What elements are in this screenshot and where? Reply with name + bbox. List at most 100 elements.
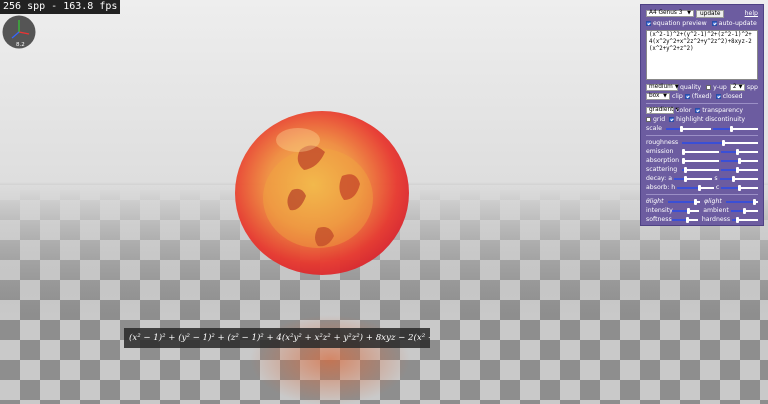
clip-select[interactable]: box ▼ (646, 93, 670, 100)
slider-thumb[interactable] (736, 166, 740, 173)
spp-label: spp (746, 84, 758, 91)
slider-thumb[interactable] (684, 175, 688, 182)
slider-thumb[interactable] (686, 216, 690, 223)
closed-label: closed (722, 93, 743, 100)
slider-thumb[interactable] (682, 157, 686, 164)
slider-thumb[interactable] (736, 148, 740, 155)
fixed-label: (fixed) (691, 93, 712, 100)
slider-thumb[interactable] (682, 148, 686, 155)
color-label: color (676, 107, 692, 114)
scale-slider-a[interactable] (666, 125, 711, 132)
y-up-label: y-up (713, 84, 727, 91)
ambient-label: ambient (703, 207, 729, 214)
grid-label: grid (653, 116, 666, 123)
transparency-checkbox[interactable] (695, 108, 701, 113)
decay-a-slider[interactable] (674, 175, 713, 182)
scattering-label: scattering (646, 166, 678, 173)
fixed-checkbox[interactable] (684, 94, 690, 99)
emission-slider-a[interactable] (682, 148, 719, 155)
slider-fill (721, 159, 740, 162)
intensity-slider[interactable] (672, 207, 700, 214)
auto-update-label: auto-update (718, 20, 757, 27)
divider (646, 194, 758, 195)
slider-thumb[interactable] (738, 184, 742, 191)
y-up-checkbox[interactable] (706, 85, 712, 90)
quality-select[interactable]: medium ▼ (646, 84, 679, 91)
help-link[interactable]: help (745, 10, 758, 17)
scale-slider-b[interactable] (713, 125, 758, 132)
slider-thumb[interactable] (686, 207, 690, 214)
spp-select[interactable]: 2 ▼ (729, 84, 745, 91)
slider-thumb[interactable] (729, 125, 733, 132)
ambient-slider[interactable] (730, 207, 758, 214)
slider-thumb[interactable] (722, 139, 726, 146)
emission-label: emission (646, 148, 674, 155)
color-mode-value: gradient (649, 107, 674, 113)
intensity-label: intensity (646, 207, 673, 214)
slider-fill (713, 127, 731, 130)
slider-track (682, 168, 719, 171)
slider-fill (721, 150, 738, 153)
closed-checkbox[interactable] (715, 94, 721, 99)
slider-thumb[interactable] (684, 166, 688, 173)
preset-value: A4 Genus 3 (649, 10, 683, 16)
absorb-c-slider[interactable] (721, 184, 758, 191)
absorb-c-label: c (715, 184, 720, 191)
highlight-discontinuity-checkbox[interactable] (669, 117, 675, 122)
decay-s-label: s (714, 175, 718, 182)
slider-fill (672, 209, 689, 212)
absorb-h-label: h (671, 184, 676, 191)
decay-s-slider[interactable] (719, 175, 759, 182)
slider-thumb[interactable] (731, 175, 735, 182)
divider (646, 103, 758, 104)
slider-thumb[interactable] (697, 184, 701, 191)
auto-update-checkbox[interactable] (711, 21, 717, 26)
scattering-slider-a[interactable] (682, 166, 719, 173)
slider-fill (721, 186, 740, 189)
scattering-slider-b[interactable] (721, 166, 758, 173)
phi-light-slider[interactable] (726, 198, 758, 205)
emission-slider-b[interactable] (721, 148, 758, 155)
absorb-h-slider[interactable] (677, 184, 714, 191)
transparency-label: transparency (702, 107, 744, 114)
equation-textarea[interactable]: (x^2-1)^2+(y^2-1)^2+(z^2-1)^2+4(x^2y^2+x… (646, 30, 758, 80)
slider-thumb[interactable] (738, 157, 741, 164)
fps-counter: 256 spp - 163.8 fps (0, 0, 121, 14)
clip-value: box (649, 93, 660, 99)
theta-light-slider[interactable] (668, 198, 700, 205)
softness-slider[interactable] (672, 216, 698, 223)
grid-checkbox[interactable] (646, 117, 651, 122)
slider-thumb[interactable] (753, 198, 757, 205)
slider-thumb[interactable] (680, 125, 684, 132)
color-mode-select[interactable]: gradient ▼ (646, 107, 679, 114)
decay-label: decay: (646, 175, 667, 182)
equation-preview-checkbox[interactable] (646, 21, 651, 26)
fixed-text: fixed (694, 93, 710, 100)
slider-fill (682, 141, 724, 144)
quality-label: quality (680, 84, 702, 91)
axis-gizmo[interactable]: 8.2 (2, 15, 36, 49)
roughness-slider[interactable] (682, 139, 758, 146)
divider (646, 135, 758, 136)
slider-track (682, 159, 719, 162)
slider-fill (668, 200, 696, 203)
roughness-label: roughness (646, 139, 679, 146)
slider-thumb[interactable] (693, 198, 697, 205)
slider-fill (726, 200, 755, 203)
absorption-slider-b[interactable] (721, 157, 758, 164)
decay-a-label: a (668, 175, 673, 182)
update-button[interactable]: update (696, 9, 725, 18)
implicit-surface (235, 111, 409, 275)
slider-thumb[interactable] (742, 207, 746, 214)
scale-label: scale (646, 125, 662, 132)
slider-track (682, 150, 719, 153)
slider-fill (677, 186, 700, 189)
preset-select[interactable]: A4 Genus 3 ▼ (646, 10, 694, 17)
phi-light-label: φlight (704, 198, 722, 205)
slider-thumb[interactable] (735, 216, 739, 223)
absorption-slider-a[interactable] (682, 157, 719, 164)
hardness-slider[interactable] (732, 216, 759, 223)
hardness-label: hardness (701, 216, 731, 223)
zoom-readout: 8.2 (16, 42, 25, 48)
clip-label: clip (672, 93, 683, 100)
